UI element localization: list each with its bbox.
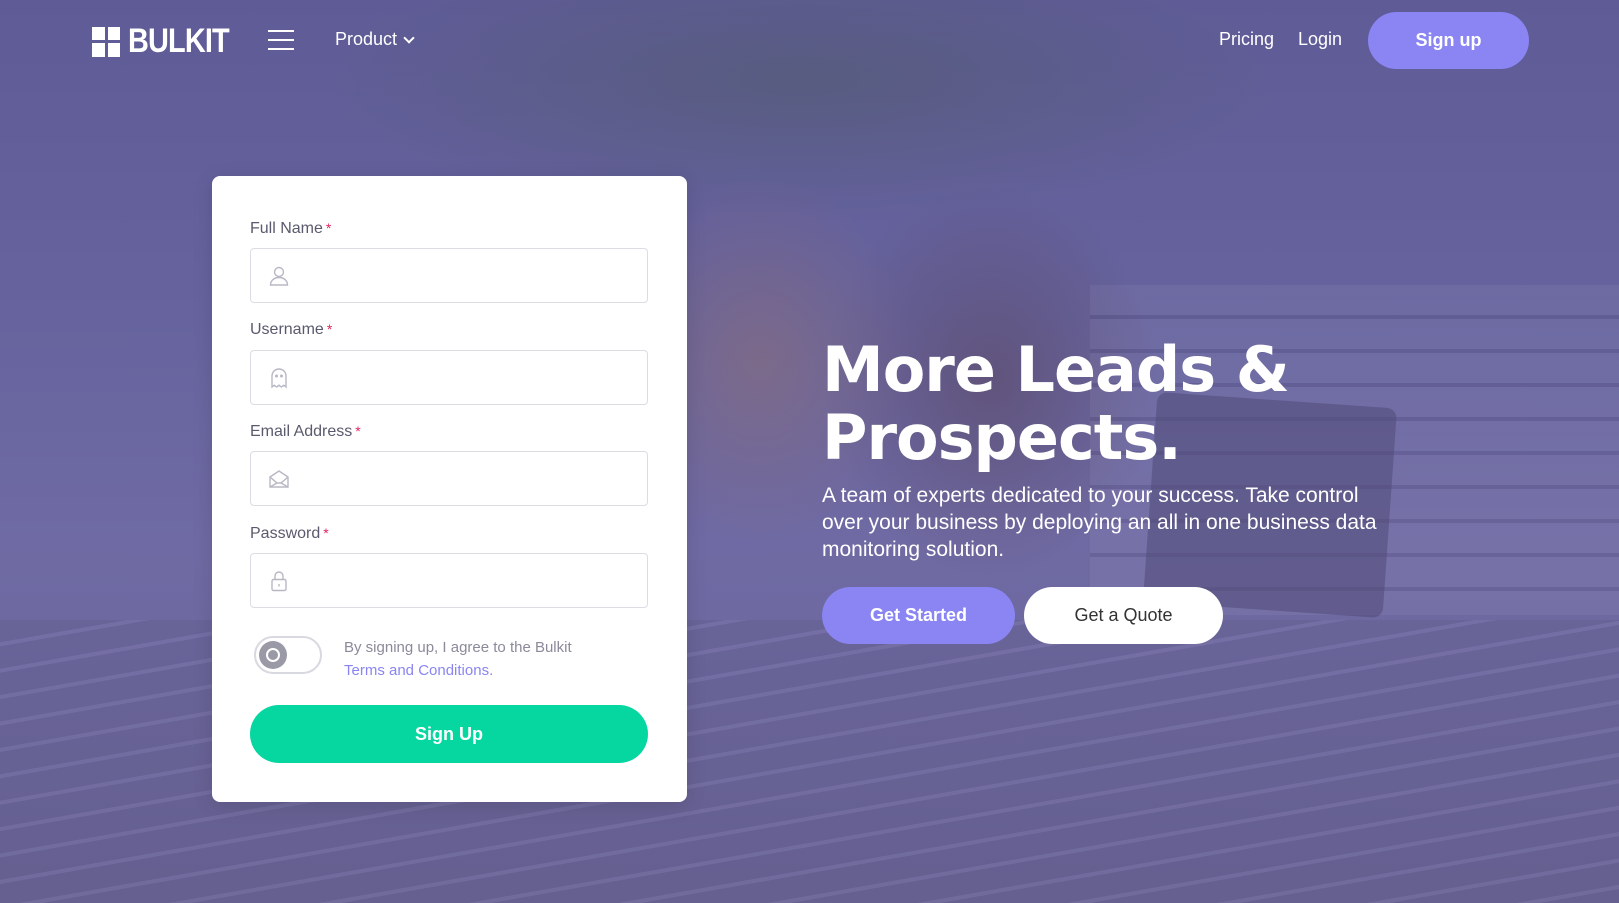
username-label: Username * bbox=[250, 321, 332, 339]
lock-icon bbox=[267, 569, 291, 593]
hero-title: More Leads & Prospects. bbox=[822, 336, 1382, 472]
email-field[interactable] bbox=[250, 451, 648, 506]
terms-text: By signing up, I agree to the Bulkit Ter… bbox=[344, 636, 634, 682]
username-field[interactable] bbox=[250, 350, 648, 405]
nav-signup-button[interactable]: Sign up bbox=[1368, 12, 1529, 69]
required-marker: * bbox=[325, 220, 332, 236]
terms-link[interactable]: Terms and Conditions. bbox=[344, 659, 634, 682]
navbar: BULKIT Product Pricing Login Sign up bbox=[0, 0, 1619, 80]
hero-title-line2: Prospects. bbox=[822, 401, 1182, 474]
full-name-label: Full Name * bbox=[250, 220, 331, 238]
hero-title-line1: More Leads & bbox=[822, 333, 1290, 406]
logo-text: BULKIT bbox=[128, 22, 230, 60]
hamburger-icon[interactable] bbox=[268, 30, 294, 50]
required-marker: * bbox=[326, 321, 333, 337]
logo-grid-icon bbox=[92, 26, 120, 57]
email-label-text: Email Address bbox=[250, 423, 353, 440]
user-icon bbox=[267, 264, 291, 288]
required-marker: * bbox=[323, 525, 329, 541]
get-started-button[interactable]: Get Started bbox=[822, 587, 1015, 644]
password-field[interactable] bbox=[250, 553, 648, 608]
required-marker: * bbox=[355, 423, 361, 439]
email-label: Email Address * bbox=[250, 423, 361, 441]
nav-pricing-link[interactable]: Pricing bbox=[1219, 29, 1274, 50]
password-label-text: Password bbox=[250, 525, 321, 542]
full-name-input[interactable] bbox=[301, 249, 641, 302]
email-input[interactable] bbox=[301, 452, 641, 505]
username-label-text: Username bbox=[250, 321, 324, 338]
logo[interactable]: BULKIT bbox=[92, 22, 247, 61]
nav-login-link[interactable]: Login bbox=[1298, 29, 1342, 50]
envelope-icon bbox=[267, 467, 291, 491]
chevron-down-icon bbox=[403, 31, 415, 44]
ghost-icon bbox=[267, 366, 291, 390]
terms-text-label: By signing up, I agree to the Bulkit bbox=[344, 639, 572, 656]
username-input[interactable] bbox=[301, 351, 641, 404]
get-a-quote-button[interactable]: Get a Quote bbox=[1024, 587, 1223, 644]
toggle-knob bbox=[259, 641, 287, 669]
nav-product-label: Product bbox=[335, 29, 398, 49]
full-name-label-text: Full Name bbox=[250, 220, 323, 237]
hero-subtitle: A team of experts dedicated to your succ… bbox=[822, 484, 1377, 561]
nav-product-dropdown[interactable]: Product bbox=[335, 29, 415, 50]
signup-form-card: Full Name * Username * Email Address * Pass… bbox=[212, 176, 687, 802]
password-input[interactable] bbox=[301, 554, 641, 607]
password-label: Password * bbox=[250, 525, 329, 543]
signup-submit-button[interactable]: Sign Up bbox=[250, 705, 648, 763]
full-name-field[interactable] bbox=[250, 248, 648, 303]
terms-toggle[interactable] bbox=[254, 636, 322, 674]
